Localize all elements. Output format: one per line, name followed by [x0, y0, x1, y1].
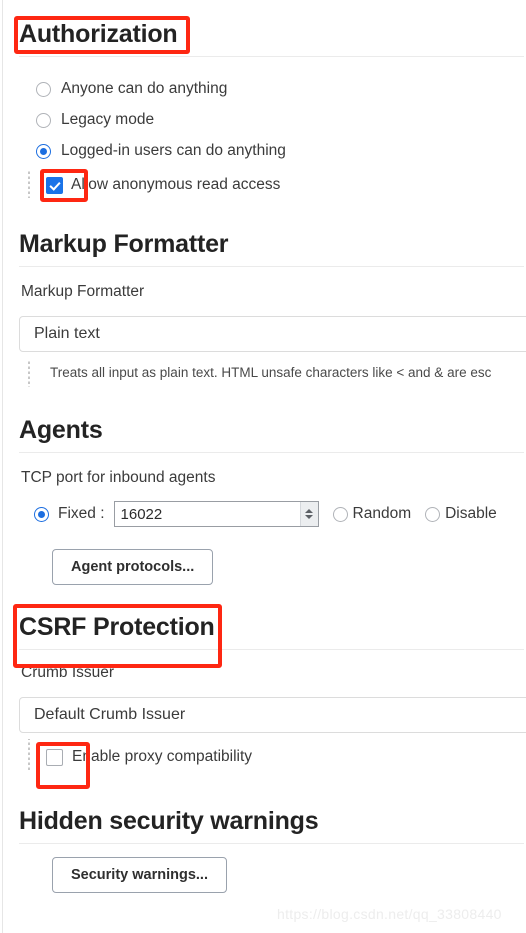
nesting-guide-markup	[28, 361, 30, 387]
radio-label-random: Random	[352, 505, 412, 522]
stepper-up-icon[interactable]	[305, 509, 314, 513]
radio-row-logged-in[interactable]: Logged-in users can do anything	[36, 141, 286, 161]
agents-heading: Agents	[19, 414, 524, 453]
radio-label-fixed: Fixed :	[58, 505, 105, 522]
crumb-issuer-selected-value: Default Crumb Issuer	[34, 706, 186, 723]
watermark-text: https://blog.csdn.net/qq_33808440	[277, 906, 502, 922]
radio-port-disable[interactable]	[425, 506, 441, 522]
markup-formatter-heading: Markup Formatter	[19, 228, 524, 267]
page-left-border	[2, 0, 3, 933]
markup-formatter-select[interactable]: Plain text	[19, 316, 526, 352]
radio-label-anyone: Anyone can do anything	[61, 80, 228, 97]
section-authorization: Authorization Anyone can do anything Leg…	[19, 18, 524, 198]
checkbox-row-proxy-compatibility[interactable]: Enable proxy compatibility	[46, 747, 252, 767]
checkbox-enable-proxy-compatibility[interactable]	[46, 748, 63, 766]
radio-label-legacy: Legacy mode	[61, 111, 155, 128]
radio-row-anyone[interactable]: Anyone can do anything	[36, 79, 227, 99]
hidden-security-warnings-heading: Hidden security warnings	[19, 805, 524, 844]
agent-protocols-button[interactable]: Agent protocols...	[52, 549, 214, 585]
section-markup-formatter: Markup Formatter Markup Formatter Plain …	[19, 228, 526, 387]
agents-field-label: TCP port for inbound agents	[21, 469, 216, 486]
nesting-guide-authorization	[28, 170, 30, 198]
radio-logged-in-users[interactable]	[36, 143, 51, 159]
radio-anyone-can-do-anything[interactable]	[36, 81, 51, 97]
markup-formatter-help-text: Treats all input as plain text. HTML uns…	[50, 365, 492, 380]
radio-row-legacy[interactable]: Legacy mode	[36, 110, 154, 130]
configure-global-security-page: Authorization Anyone can do anything Leg…	[0, 0, 526, 933]
radio-port-random[interactable]	[332, 506, 348, 522]
radio-port-fixed[interactable]	[34, 506, 49, 522]
tcp-port-input[interactable]: 16022	[113, 501, 319, 527]
checkbox-allow-anonymous-read-access[interactable]	[46, 176, 63, 194]
tcp-port-value: 16022	[120, 505, 163, 523]
security-warnings-button[interactable]: Security warnings...	[52, 857, 227, 893]
port-mode-row: Fixed : 16022 Random Disable	[34, 501, 497, 527]
markup-formatter-selected-value: Plain text	[34, 325, 100, 342]
radio-label-disable: Disable	[445, 505, 497, 522]
checkbox-label-anonymous-read: Allow anonymous read access	[71, 176, 281, 193]
radio-legacy-mode[interactable]	[36, 112, 51, 128]
stepper-down-icon[interactable]	[305, 515, 314, 519]
section-hidden-security-warnings: Hidden security warnings Security warnin…	[19, 805, 524, 893]
checkbox-label-proxy-compatibility: Enable proxy compatibility	[72, 748, 253, 765]
markup-formatter-field-label: Markup Formatter	[21, 283, 145, 300]
crumb-issuer-field-label: Crumb Issuer	[21, 664, 115, 681]
crumb-issuer-select[interactable]: Default Crumb Issuer	[19, 697, 526, 733]
radio-label-logged-in: Logged-in users can do anything	[61, 142, 286, 159]
section-agents: Agents TCP port for inbound agents Fixed…	[19, 414, 524, 585]
authorization-heading: Authorization	[19, 18, 524, 57]
tcp-port-stepper[interactable]	[299, 502, 318, 526]
csrf-protection-heading: CSRF Protection	[19, 611, 524, 650]
section-csrf-protection: CSRF Protection Crumb Issuer Default Cru…	[19, 611, 526, 771]
nesting-guide-csrf	[28, 739, 30, 771]
checkbox-row-anonymous-read[interactable]: Allow anonymous read access	[46, 175, 280, 195]
